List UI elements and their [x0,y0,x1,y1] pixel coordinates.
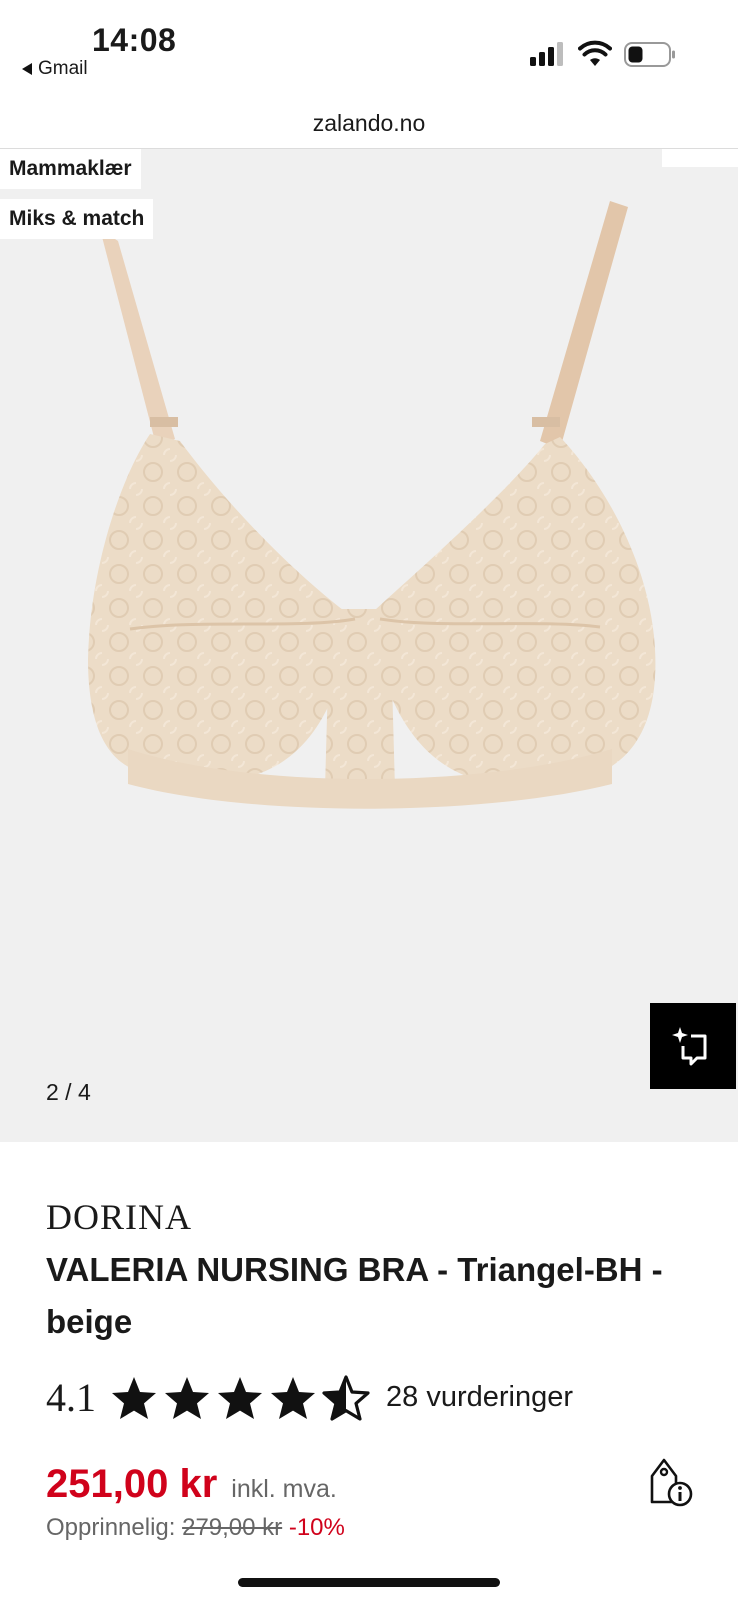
virtual-try-on-button[interactable] [650,1003,736,1089]
tag-mix-and-match: Miks & match [0,199,154,239]
original-price: 279,00 kr [182,1514,283,1541]
current-price: 251,00 kr [46,1462,218,1506]
status-bar: 14:08 Gmail [0,0,738,96]
rating-summary[interactable]: 4.1 28 vurderinger [46,1374,573,1421]
tag-maternity: Mammaklær [0,149,141,189]
cellular-signal-icon [530,42,563,66]
url-text: zalando.no [312,110,426,136]
battery-icon [624,42,675,67]
review-count: 28 vurderinger [386,1381,573,1413]
image-counter: 2 / 4 [46,1079,91,1105]
back-app-label: Gmail [38,58,88,79]
clock: 14:08 [92,22,177,58]
price-row: 251,00 kr inkl. mva. [46,1462,337,1507]
original-label: Opprinnelig: [46,1514,176,1541]
home-indicator [238,1578,500,1587]
star-full-icon [165,1376,209,1419]
browser-address-bar[interactable]: zalando.no [0,96,738,149]
star-full-icon [112,1376,156,1419]
original-price-row: Opprinnelig: 279,00 kr -10% [46,1514,345,1542]
rating-value: 4.1 [46,1375,96,1420]
product-title: VALERIA NURSING BRA - Triangel-BH - beig… [46,1251,663,1340]
star-half-icon [322,1374,370,1421]
star-full-icon [218,1376,262,1419]
product-image-gallery[interactable]: Mammaklær Miks & match 2 / 4 [0,149,738,1142]
vat-note: inkl. mva. [231,1475,337,1503]
price-tag-info-icon[interactable] [646,1456,694,1508]
back-to-app-link[interactable]: Gmail [22,58,88,80]
wishlist-button[interactable] [662,149,738,167]
back-triangle-icon [22,63,32,75]
discount-badge: -10% [288,1514,345,1541]
rating-stars [110,1374,370,1421]
product-image[interactable] [0,149,738,1142]
brand-name[interactable]: DORINA [46,1196,192,1238]
wifi-icon [578,40,612,66]
sparkle-crop-icon [672,1027,707,1066]
star-full-icon [271,1376,315,1419]
